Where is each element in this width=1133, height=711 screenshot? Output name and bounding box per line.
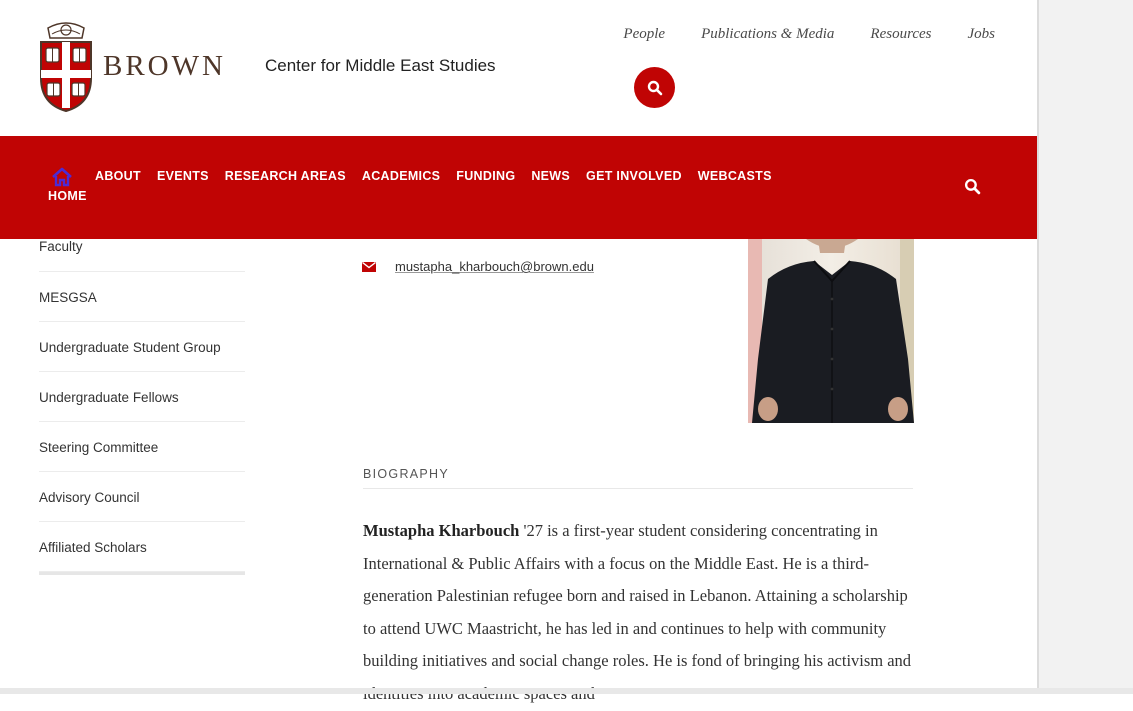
- site-title[interactable]: Center for Middle East Studies: [265, 56, 496, 76]
- nav-item-research-areas[interactable]: RESEARCH AREAS: [225, 169, 346, 183]
- sidebar-item-label: Affiliated Scholars: [39, 540, 147, 555]
- nav-search-button[interactable]: [964, 178, 981, 200]
- nav-item-webcasts[interactable]: WEBCASTS: [698, 169, 772, 183]
- window-bottom-edge: [0, 688, 1133, 694]
- brown-wordmark[interactable]: BROWN: [103, 50, 226, 83]
- sidebar-item-faculty[interactable]: Faculty: [39, 239, 245, 272]
- utility-link-people[interactable]: People: [623, 26, 665, 43]
- nav-item-funding[interactable]: FUNDING: [456, 169, 515, 183]
- utility-nav: People Publications & Media Resources Jo…: [587, 26, 995, 43]
- nav-item-events[interactable]: EVENTS: [157, 169, 209, 183]
- profile-email-link[interactable]: mustapha_kharbouch@brown.edu: [395, 259, 594, 274]
- nav-home-label: HOME: [48, 189, 87, 203]
- sidebar-item-label: Steering Committee: [39, 440, 159, 455]
- site-header: BROWN Center for Middle East Studies Peo…: [0, 0, 1037, 136]
- nav-item-news[interactable]: NEWS: [531, 169, 570, 183]
- sidebar-item-advisory-council[interactable]: Advisory Council: [39, 472, 245, 522]
- utility-link-resources[interactable]: Resources: [870, 26, 931, 43]
- sidebar-item-mesgsa[interactable]: MESGSA: [39, 272, 245, 322]
- profile-photo: [748, 239, 914, 423]
- sidebar-nav: Faculty MESGSA Undergraduate Student Gro…: [39, 239, 245, 575]
- profile-photo-figure: [748, 239, 914, 423]
- search-icon: [647, 80, 662, 95]
- utility-link-publications[interactable]: Publications & Media: [701, 26, 834, 43]
- nav-item-about[interactable]: ABOUT: [95, 169, 141, 183]
- home-icon: [52, 167, 73, 187]
- sidebar-item-affiliated-scholars[interactable]: Affiliated Scholars: [39, 522, 245, 572]
- biography-body: '27 is a first-year student considering …: [363, 521, 912, 703]
- sidebar-item-label: Advisory Council: [39, 490, 140, 505]
- browser-gutter: [1037, 0, 1133, 694]
- utility-link-jobs[interactable]: Jobs: [968, 26, 996, 43]
- sidebar-item-label: MESGSA: [39, 290, 97, 305]
- sidebar-item-undergraduate-student-group[interactable]: Undergraduate Student Group: [39, 322, 245, 372]
- sidebar-item-label: Faculty: [39, 239, 83, 254]
- nav-item-academics[interactable]: ACADEMICS: [362, 169, 440, 183]
- brown-shield-logo[interactable]: [38, 20, 94, 112]
- sidebar-item-steering-committee[interactable]: Steering Committee: [39, 422, 245, 472]
- sidebar-item-undergraduate-fellows[interactable]: Undergraduate Fellows: [39, 372, 245, 422]
- sidebar-item-label: Undergraduate Fellows: [39, 390, 179, 405]
- sidebar-item-label: Undergraduate Student Group: [39, 340, 221, 355]
- sidebar-divider: [39, 572, 245, 575]
- main-nav: ABOUT EVENTS RESEARCH AREAS ACADEMICS FU…: [95, 169, 788, 183]
- nav-item-get-involved[interactable]: GET INVOLVED: [586, 169, 682, 183]
- profile-email-row: mustapha_kharbouch@brown.edu: [362, 259, 594, 274]
- search-icon: [964, 178, 981, 195]
- biography-name: Mustapha Kharbouch: [363, 521, 520, 540]
- nav-home[interactable]: HOME: [38, 167, 87, 203]
- envelope-icon: [362, 261, 376, 272]
- main-navigation-bar: [0, 136, 1037, 239]
- biography-heading: BIOGRAPHY: [363, 467, 450, 481]
- biography-divider: [363, 488, 913, 489]
- header-search-button[interactable]: [634, 67, 675, 108]
- biography-text: Mustapha Kharbouch '27 is a first-year s…: [363, 515, 919, 711]
